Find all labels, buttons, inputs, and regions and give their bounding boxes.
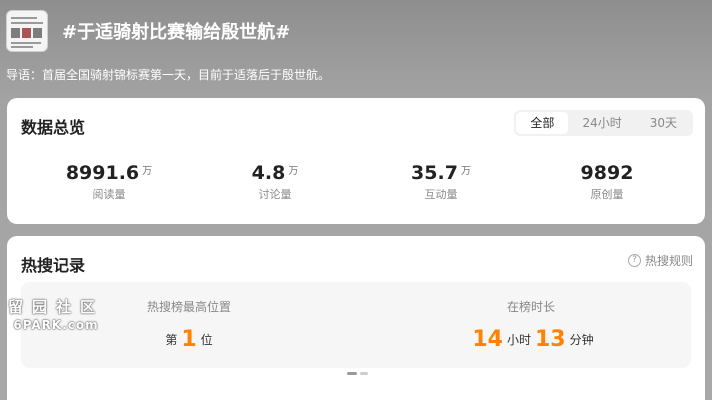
thumbnail-line (11, 22, 43, 24)
duration-hours-value: 14 (472, 327, 503, 352)
site-watermark: 留园社区 6PARK.com (6, 296, 106, 332)
stat-unit: 万 (142, 166, 153, 177)
highest-rank-value: 1 (181, 327, 197, 352)
tab-30-days[interactable]: 30天 (636, 112, 691, 134)
pagination-dots (347, 372, 371, 375)
stat-label: 讨论量 (258, 188, 292, 201)
highest-rank-label: 热搜榜最高位置 (146, 300, 231, 314)
data-overview-title: 数据总览 (21, 118, 86, 137)
watermark-line1: 留园社区 (7, 298, 104, 316)
hot-search-card: 热搜记录 ? 热搜规则 热搜榜最高位置 第1位 在榜时长 14 小时 13 分钟 (7, 236, 705, 400)
duration-hours-unit: 小时 (506, 333, 531, 347)
stat-value: 9892 (580, 162, 634, 184)
topic-thumbnail[interactable] (6, 10, 48, 52)
stats-row: 8991.6 万 阅读量 4.8 万 讨论量 35.7 万 互动量 9892 原创量 (7, 162, 705, 212)
duration-block: 在榜时长 14 小时 13 分钟 (431, 298, 631, 352)
page-background: #于适骑射比赛输给殷世航# 导语：首届全国骑射锦标赛第一天，目前于适落后于殷世航… (0, 0, 712, 400)
stat-value: 4.8 (251, 162, 286, 184)
thumbnail-line (11, 46, 33, 48)
stat-value: 35.7 (411, 162, 458, 184)
duration-minutes-unit: 分钟 (569, 333, 594, 347)
duration-minutes-value: 13 (535, 327, 566, 352)
data-overview-card: 数据总览 全部 24小时 30天 8991.6 万 阅读量 4.8 万 讨论量 35… (7, 98, 705, 224)
topic-title: #于适骑射比赛输给殷世航# (62, 22, 291, 43)
time-range-tabs: 全部 24小时 30天 (514, 110, 693, 136)
pagination-dot[interactable] (360, 372, 368, 375)
stat-unit: 万 (288, 166, 299, 177)
stat-label: 互动量 (424, 188, 458, 201)
highest-rank-block: 热搜榜最高位置 第1位 (89, 298, 289, 352)
hot-search-stats-panel: 热搜榜最高位置 第1位 在榜时长 14 小时 13 分钟 (21, 282, 691, 368)
tab-24-hours[interactable]: 24小时 (568, 112, 635, 134)
stat-interaction-count: 35.7 万 互动量 (381, 162, 501, 202)
stat-discussion-count: 4.8 万 讨论量 (215, 162, 335, 202)
thumbnail-line (11, 17, 37, 19)
rank-suffix: 位 (200, 333, 213, 347)
thumbnail-line (11, 42, 41, 44)
watermark-line2: 6PARK.com (13, 318, 99, 332)
hot-search-rules-label: 热搜规则 (644, 254, 693, 268)
stat-label: 阅读量 (92, 188, 126, 201)
thumbnail-photo (22, 28, 31, 38)
duration-label: 在榜时长 (506, 300, 555, 314)
tab-all[interactable]: 全部 (516, 112, 569, 134)
stat-label: 原创量 (590, 188, 624, 201)
hot-search-rules-link[interactable]: ? 热搜规则 (627, 252, 693, 269)
thumbnail-photo (11, 28, 20, 38)
rank-prefix: 第 (165, 333, 178, 347)
question-circle-icon: ? (627, 254, 641, 267)
thumbnail-photo (33, 28, 42, 38)
stat-value: 8991.6 (65, 162, 140, 184)
pagination-dot-active[interactable] (347, 372, 357, 375)
stat-unit: 万 (460, 166, 471, 177)
hot-search-title: 热搜记录 (21, 256, 86, 275)
stat-read-count: 8991.6 万 阅读量 (49, 162, 169, 202)
stat-original-count: 9892 原创量 (547, 162, 667, 202)
topic-guide-text: 导语：首届全国骑射锦标赛第一天，目前于适落后于殷世航。 (6, 68, 331, 82)
